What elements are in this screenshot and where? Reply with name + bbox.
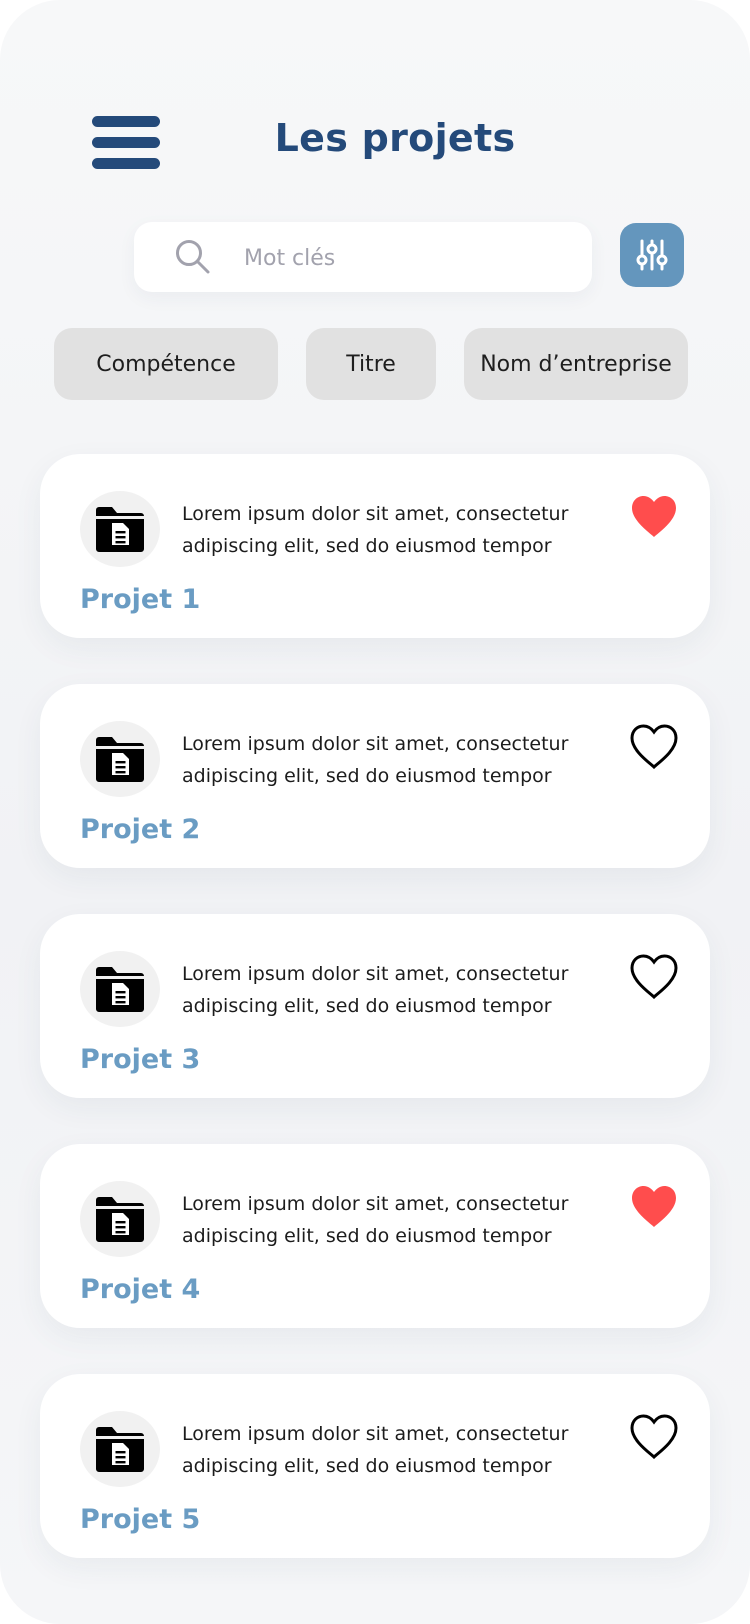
menu-bar [92, 158, 160, 169]
sliders-icon [636, 239, 668, 271]
project-card[interactable]: Lorem ipsum dolor sit amet, consectetur … [40, 1144, 710, 1328]
folder-document-icon [96, 507, 144, 552]
project-card[interactable]: Lorem ipsum dolor sit amet, consectetur … [40, 1374, 710, 1558]
folder-document-icon [96, 967, 144, 1012]
folder-document-icon [96, 1427, 144, 1472]
filter-button[interactable] [620, 223, 684, 287]
project-description: Lorem ipsum dolor sit amet, consectetur … [182, 503, 569, 557]
project-title[interactable]: Projet 5 [80, 1504, 200, 1535]
project-icon-circle [80, 1181, 160, 1257]
heart-filled-icon[interactable] [626, 1180, 682, 1232]
chip-competence[interactable]: Compétence [54, 328, 278, 400]
project-card[interactable]: Lorem ipsum dolor sit amet, consectetur … [40, 454, 710, 638]
page-title: Les projets [274, 116, 516, 160]
project-icon-circle [80, 491, 160, 567]
search-icon [176, 240, 210, 274]
project-icon-circle [80, 951, 160, 1027]
menu-bar [92, 137, 160, 148]
project-description: Lorem ipsum dolor sit amet, consectetur … [182, 1423, 569, 1477]
hamburger-menu-icon[interactable] [92, 116, 160, 170]
heart-filled-icon[interactable] [626, 490, 682, 542]
project-title[interactable]: Projet 3 [80, 1044, 200, 1075]
project-description: Lorem ipsum dolor sit amet, consectetur … [182, 1193, 569, 1247]
project-card[interactable]: Lorem ipsum dolor sit amet, consectetur … [40, 684, 710, 868]
folder-document-icon [96, 737, 144, 782]
chip-titre[interactable]: Titre [306, 328, 436, 400]
heart-outline-icon[interactable] [626, 950, 682, 1002]
project-description: Lorem ipsum dolor sit amet, consectetur … [182, 733, 569, 787]
search-input[interactable] [242, 222, 576, 294]
app-screen: Les projets Compétence Titre Nom d’entre… [0, 0, 750, 1624]
project-card[interactable]: Lorem ipsum dolor sit amet, consectetur … [40, 914, 710, 1098]
project-title[interactable]: Projet 4 [80, 1274, 200, 1305]
project-icon-circle [80, 1411, 160, 1487]
project-description: Lorem ipsum dolor sit amet, consectetur … [182, 963, 569, 1017]
menu-bar [92, 116, 160, 127]
project-title[interactable]: Projet 1 [80, 584, 200, 615]
folder-document-icon [96, 1197, 144, 1242]
project-icon-circle [80, 721, 160, 797]
chip-nom-entreprise[interactable]: Nom d’entreprise [464, 328, 688, 400]
heart-outline-icon[interactable] [626, 720, 682, 772]
search-bar[interactable] [134, 222, 592, 294]
project-title[interactable]: Projet 2 [80, 814, 200, 845]
heart-outline-icon[interactable] [626, 1410, 682, 1462]
